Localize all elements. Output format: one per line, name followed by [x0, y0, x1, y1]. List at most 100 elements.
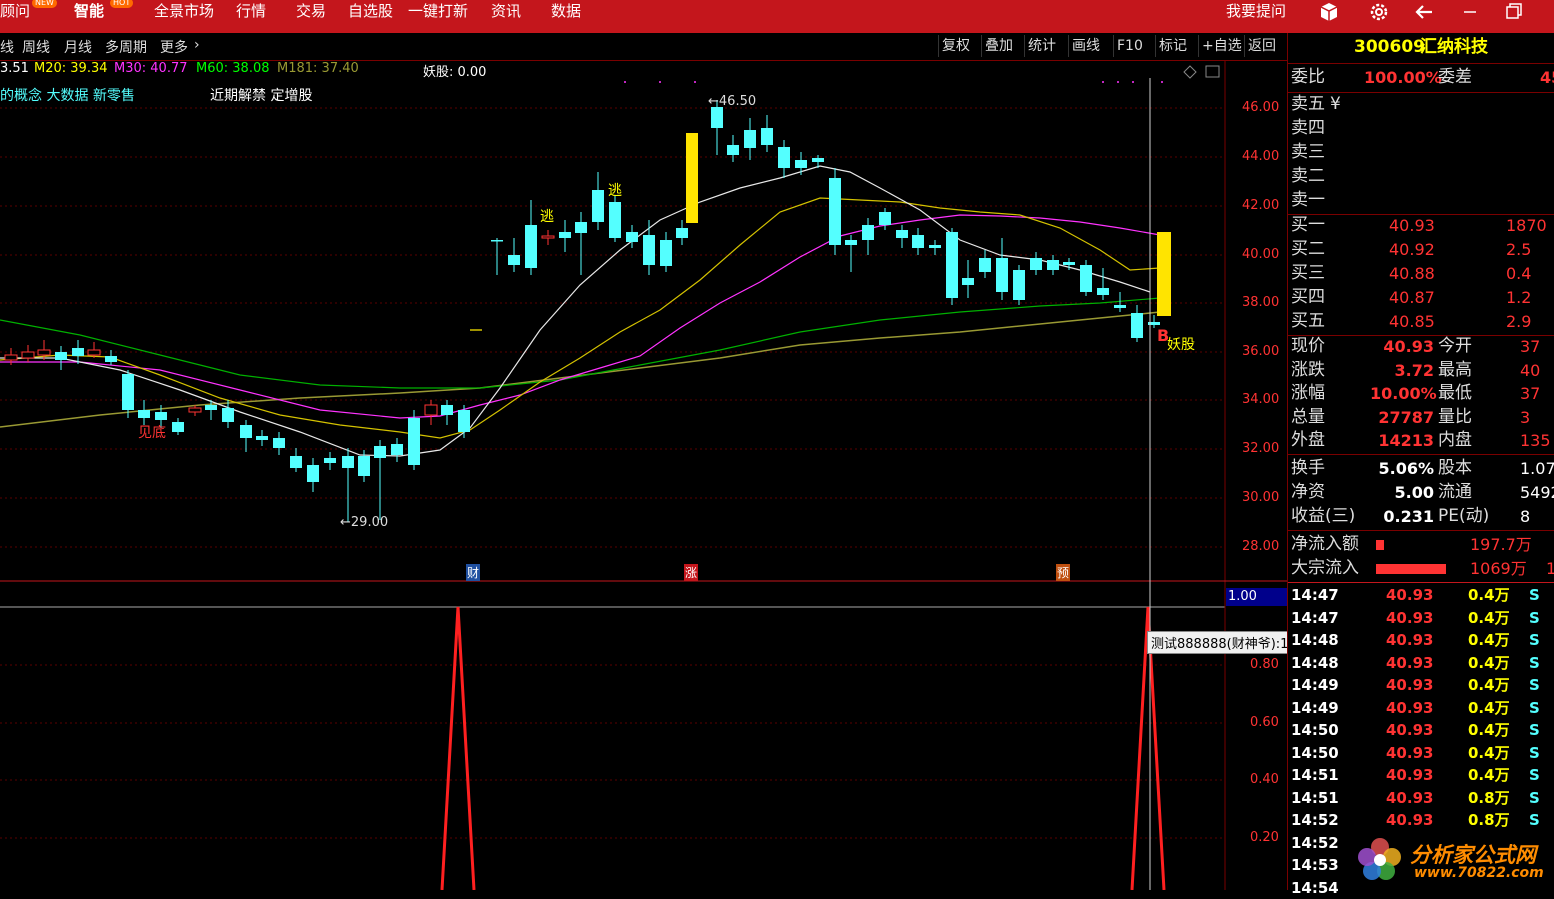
diamond-icon — [1183, 65, 1197, 79]
restore-icon[interactable] — [1505, 1, 1523, 28]
candle — [1114, 305, 1126, 308]
return-button[interactable]: 返回 — [1244, 35, 1279, 57]
ask-question-link[interactable]: 我要提问 — [1226, 0, 1286, 33]
biaoji-button[interactable]: 标记 — [1155, 35, 1190, 57]
diejia-button[interactable]: 叠加 — [981, 35, 1016, 57]
menu-zixun[interactable]: 资讯 — [491, 0, 521, 33]
ma181-line — [0, 311, 1161, 428]
menu-daxin[interactable]: 一键打新 — [408, 0, 468, 33]
tick-row: 14:47 40.93 0.4万 S — [1291, 586, 1540, 604]
price-tick-label: 46.00 — [1242, 100, 1280, 115]
candle — [541, 235, 555, 239]
menu-quanjing[interactable]: 全景市场 — [154, 0, 214, 33]
candle — [155, 412, 167, 420]
fuquan-button[interactable]: 复权 — [938, 35, 973, 57]
candle — [256, 436, 268, 440]
tick-row: 14:52 40.93 0.8万 S — [1291, 811, 1540, 829]
chart-toolbar: 线 周线 月线 多周期 更多 › 复权 叠加 统计 画线 F10 标记 +自选 … — [0, 33, 1287, 61]
add-watchlist-button[interactable]: +自选 — [1198, 35, 1245, 57]
candle — [845, 240, 857, 245]
highlight-bar — [1157, 232, 1171, 316]
event-tags[interactable]: 近期解禁 定增股 — [210, 85, 312, 105]
candle — [744, 130, 756, 148]
period-day[interactable]: 线 — [0, 37, 14, 57]
back-arrow-icon[interactable] — [1413, 1, 1435, 28]
order-row: 买五 40.85 2.9 — [1291, 311, 1532, 331]
candle — [676, 228, 688, 238]
candle — [1030, 258, 1042, 270]
candle — [711, 107, 723, 128]
finance-marker[interactable]: 财 — [466, 564, 481, 581]
order-row: 卖四 — [1291, 118, 1325, 138]
candle — [896, 230, 908, 238]
menu-zixuan[interactable]: 自选股 — [348, 0, 393, 33]
price-tick-label: 32.00 — [1242, 441, 1280, 456]
price-tick-label: 40.00 — [1242, 247, 1280, 262]
period-multi[interactable]: 多周期 — [105, 37, 147, 57]
minimize-icon[interactable] — [1462, 1, 1478, 28]
candle — [643, 235, 655, 265]
candle — [21, 351, 35, 359]
kline-chart[interactable]: 3.51 M20: 39.34 M30: 40.77 M60: 38.08 M1… — [0, 60, 1287, 582]
candle — [946, 232, 958, 298]
ma30-label: M30: 40.77 — [114, 61, 188, 76]
cube-icon[interactable] — [1318, 1, 1340, 28]
tick-row: 14:49 40.93 0.4万 S — [1291, 698, 1540, 717]
hot-badge: HOT — [110, 0, 134, 8]
stat-row: 外盘 14213 内盘 135 — [1291, 430, 1551, 450]
concept-tags[interactable]: 的概念 大数据 新零售 — [0, 85, 135, 105]
f10-button[interactable]: F10 — [1113, 35, 1146, 57]
price-tick-label: 30.00 — [1242, 490, 1280, 505]
limit-up-marker[interactable]: 涨 — [684, 564, 699, 581]
candle — [727, 145, 739, 155]
candle — [222, 408, 234, 422]
candle — [205, 405, 217, 410]
menu-shuju[interactable]: 数据 — [551, 0, 581, 33]
candle — [358, 456, 370, 476]
stock-title: 300609 汇纳科技 — [1288, 36, 1554, 59]
order-row: 买二 40.92 2.5 — [1291, 239, 1532, 259]
period-more[interactable]: 更多 — [160, 37, 188, 57]
candle — [795, 160, 807, 168]
gear-icon[interactable] — [1368, 1, 1390, 28]
candle — [979, 258, 991, 272]
bottom-signal: 见底 — [138, 425, 166, 441]
candle — [829, 178, 841, 245]
menu-jiaoyi[interactable]: 交易 — [296, 0, 326, 33]
escape-signal: 逃 — [608, 183, 622, 199]
candle — [525, 225, 537, 268]
ma10-label: 3.51 — [0, 61, 29, 76]
tick-row: 14:49 40.93 0.4万 S — [1291, 676, 1540, 694]
stat-row: 涨跌 3.72 最高 40 — [1291, 359, 1541, 380]
candle — [862, 225, 874, 240]
candle — [122, 374, 134, 410]
forecast-marker[interactable]: 预 — [1056, 564, 1071, 581]
menu-hangqing[interactable]: 行情 — [236, 0, 266, 33]
candle — [575, 222, 587, 233]
candle — [626, 232, 638, 242]
chevron-right-icon[interactable]: › — [194, 37, 200, 53]
candle — [491, 240, 503, 242]
menu-zhineng[interactable]: 智能 — [74, 0, 104, 33]
period-month[interactable]: 月线 — [64, 37, 92, 57]
watermark-url: www.70822.com — [1414, 865, 1544, 881]
yaogu-value: 妖股: 0.00 — [423, 65, 487, 80]
tongji-button[interactable]: 统计 — [1024, 35, 1059, 57]
candle — [273, 438, 285, 448]
huaxian-button[interactable]: 画线 — [1068, 35, 1103, 57]
order-row: 卖二 — [1291, 166, 1325, 186]
candle — [1080, 265, 1092, 292]
candle — [778, 147, 790, 168]
tick-row: 14:48 40.93 0.4万 S — [1291, 653, 1540, 672]
candle — [324, 458, 336, 463]
price-tick-label: 38.00 — [1242, 295, 1280, 310]
order-row: 卖五 ¥ — [1291, 94, 1341, 114]
indicator-chart[interactable]: 1.00 0.80 0.60 0.40 0.20 测试888888(财神爷):1.00 — [0, 582, 1314, 890]
menu-guwen[interactable]: 顾问 — [0, 0, 30, 33]
flow-bar — [1376, 540, 1384, 550]
candle — [55, 352, 67, 360]
period-week[interactable]: 周线 — [22, 37, 50, 57]
indicator-tick-label: 0.80 — [1250, 657, 1279, 672]
order-row: 卖三 — [1291, 142, 1325, 162]
stat-row: 涨幅 10.00% 最低 37 — [1291, 383, 1541, 403]
